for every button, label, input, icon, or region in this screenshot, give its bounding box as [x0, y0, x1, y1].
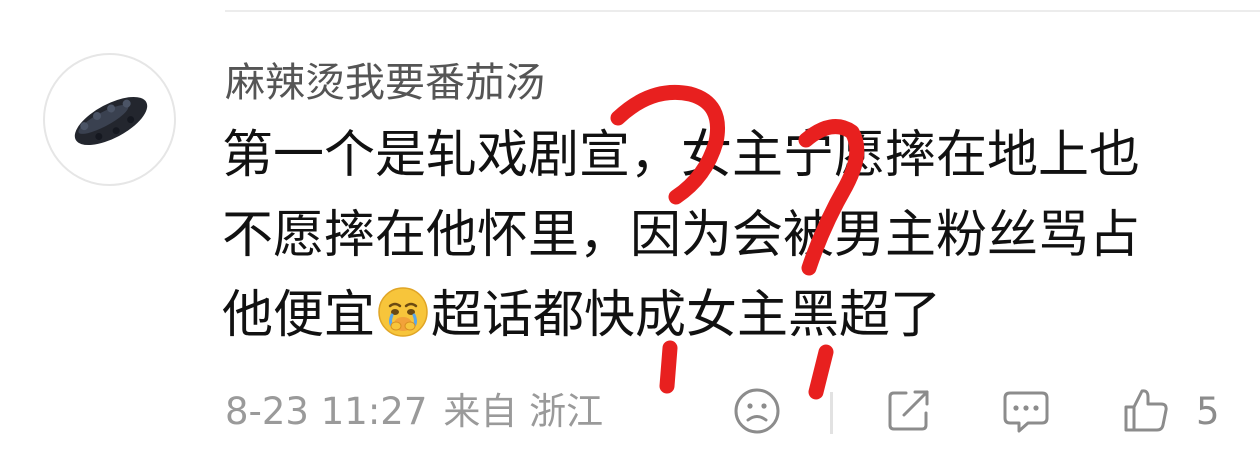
- sad-face-icon: [734, 388, 780, 434]
- like-count: 5: [1196, 390, 1220, 433]
- like-button[interactable]: [1120, 385, 1172, 437]
- share-icon: [888, 390, 929, 431]
- crying-emoji-icon: [378, 287, 428, 337]
- comment-location: 来自 浙江: [443, 390, 604, 433]
- share-button[interactable]: [884, 385, 934, 437]
- avatar[interactable]: [43, 53, 176, 186]
- comment-body: 第一个是轧戏剧宣，女主宁愿摔在地上也 不愿摔在他怀里，因为会被男主粉丝骂占 他便…: [222, 116, 1222, 356]
- comment-screen: 麻辣烫我要番茄汤 第一个是轧戏剧宣，女主宁愿摔在地上也 不愿摔在他怀里，因为会被…: [0, 0, 1260, 470]
- comment-icon: [1003, 391, 1049, 433]
- username[interactable]: 麻辣烫我要番茄汤: [225, 58, 545, 108]
- thumbs-up-icon: [1124, 389, 1168, 432]
- sea-cucumber-avatar-icon: [74, 96, 148, 146]
- comment-meta: 8-23 11:27 来自 浙江: [225, 388, 603, 436]
- dislike-button[interactable]: [732, 385, 782, 437]
- comment-line-3-end: 超话都快成女主黑超了: [431, 286, 942, 345]
- action-divider: [830, 392, 833, 434]
- comment-line-2: 不愿摔在他怀里，因为会被男主粉丝骂占: [222, 206, 1141, 265]
- reply-button[interactable]: [1000, 385, 1052, 437]
- comment-date: 8-23 11:27: [225, 390, 428, 433]
- comment-line-3: 他便宜 超话都快成女主黑超了: [222, 276, 1222, 356]
- comment-line-1: 第一个是轧戏剧宣，女主宁愿摔在地上也: [222, 126, 1141, 185]
- divider: [225, 10, 1260, 12]
- comment-line-3-start: 他便宜: [222, 286, 376, 345]
